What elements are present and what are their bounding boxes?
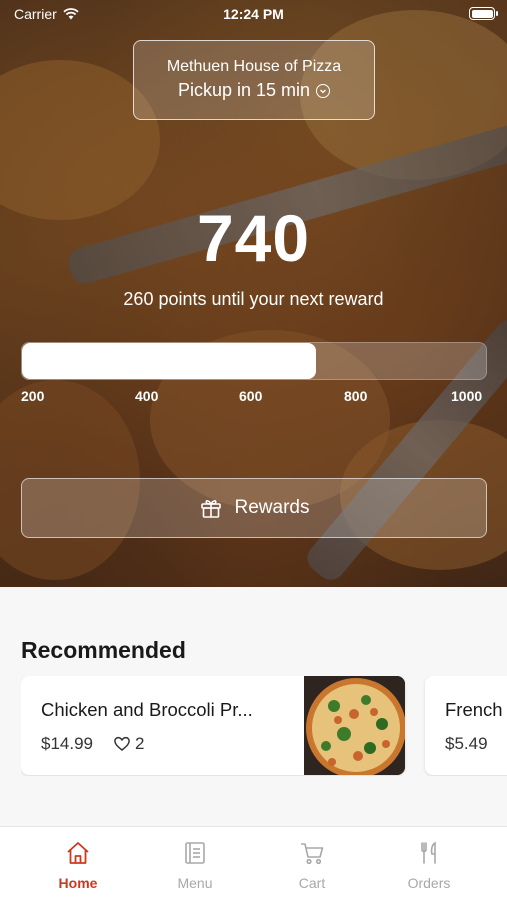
tab-menu-label: Menu (177, 875, 213, 891)
item-likes[interactable]: 2 (113, 734, 144, 754)
home-icon (67, 842, 89, 864)
item-price: $5.49 (445, 734, 488, 753)
tab-cart-label: Cart (298, 875, 326, 891)
fork-knife-icon (421, 841, 436, 864)
progress-ticks: 200 400 600 800 1000 (0, 388, 507, 406)
progress-tick: 600 (239, 388, 263, 404)
item-like-count: 2 (135, 734, 145, 753)
menu-book-icon (185, 842, 205, 864)
progress-tick: 1000 (451, 388, 483, 404)
status-bar: Carrier 12:24 PM (0, 0, 507, 28)
item-name: Chicken and Broccoli Pr... (41, 699, 253, 720)
tab-orders-label: Orders (407, 875, 451, 891)
tab-menu[interactable]: Menu (155, 839, 235, 891)
progress-tick: 200 (21, 388, 45, 404)
cart-icon (301, 843, 324, 865)
recommended-item-card[interactable]: French $5.49 (425, 676, 507, 775)
progress-tick: 400 (135, 388, 159, 404)
tab-home[interactable]: Home (38, 839, 118, 891)
chevron-down-icon (316, 83, 331, 98)
rewards-button[interactable]: Rewards (21, 478, 487, 538)
points-balance: 740 (196, 201, 311, 275)
recommended-list: Chicken and Broccoli Pr... $14.99 2 Fren… (21, 676, 507, 776)
progress-tick: 800 (344, 388, 368, 404)
points-until-reward: 260 points until your next reward (123, 289, 384, 309)
tab-cart[interactable]: Cart (272, 839, 352, 891)
pickup-label: Pickup in 15 min (177, 80, 311, 100)
item-price: $14.99 (41, 734, 93, 753)
tab-home-label: Home (58, 875, 98, 891)
item-meta: $5.49 (445, 734, 488, 754)
rewards-progress-bar (21, 342, 487, 380)
gift-icon (199, 496, 223, 520)
item-meta: $14.99 2 (41, 734, 144, 754)
status-time: 12:24 PM (223, 6, 284, 22)
store-selector[interactable]: Methuen House of Pizza Pickup in 15 min (133, 40, 375, 120)
rewards-progress-fill (22, 343, 317, 379)
rewards-button-label: Rewards (234, 497, 310, 518)
recommended-item-card[interactable]: Chicken and Broccoli Pr... $14.99 2 (21, 676, 405, 775)
store-name: Methuen House of Pizza (166, 58, 342, 75)
heart-icon (114, 736, 130, 751)
battery-icon (469, 7, 498, 20)
item-name: French (445, 699, 503, 720)
recommended-title: Recommended (21, 637, 186, 663)
tab-orders[interactable]: Orders (389, 839, 469, 891)
item-thumbnail (304, 676, 405, 775)
pickup-time: Pickup in 15 min (134, 80, 374, 101)
bottom-tab-bar: Home Menu Cart Orders (0, 826, 507, 900)
